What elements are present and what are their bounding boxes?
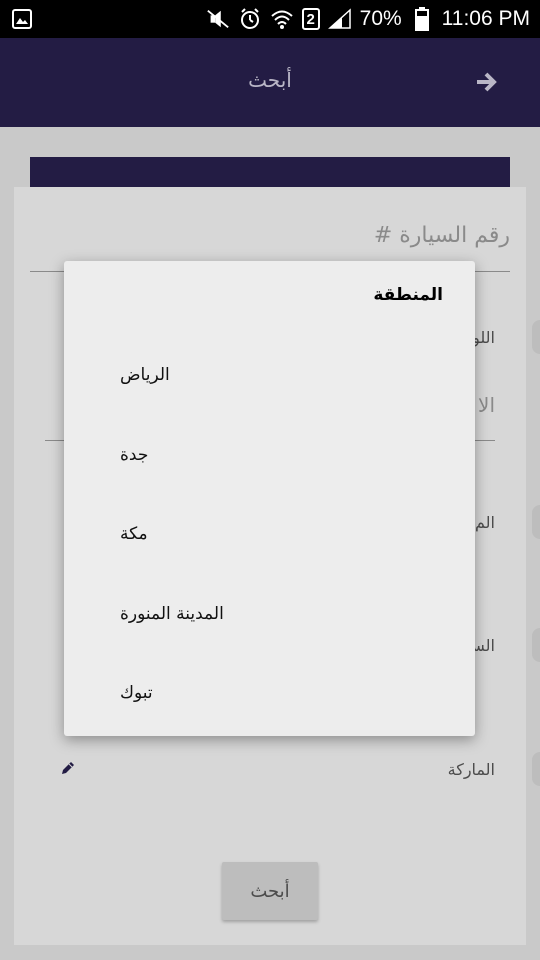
clock: 11:06 PM xyxy=(441,7,530,30)
page-title: أبحث xyxy=(248,68,292,92)
secondary-input[interactable]: الا xyxy=(478,393,495,417)
plate-row-label: اللو xyxy=(472,328,495,347)
car-number-input[interactable]: # رقم السيارة xyxy=(374,223,510,248)
sim-badge: 2 xyxy=(301,8,320,30)
app-bar: أبحث xyxy=(0,38,540,127)
plate-row-tab[interactable] xyxy=(532,320,540,354)
arrow-right-icon xyxy=(477,72,497,92)
region-option[interactable]: الرياض xyxy=(120,365,170,385)
card-header xyxy=(30,157,510,187)
brand-row-label: الماركة xyxy=(447,760,495,779)
pencil-icon[interactable] xyxy=(60,760,76,776)
region-dialog: المنطقة الرياض جدة مكة المدينة المنورة ت… xyxy=(64,261,475,736)
region-option[interactable]: جدة xyxy=(120,445,148,465)
search-button[interactable]: أبحث xyxy=(222,862,318,920)
mute-icon xyxy=(206,7,230,31)
row-tab-3[interactable] xyxy=(532,505,540,539)
row-tab-4[interactable] xyxy=(532,628,540,662)
alarm-icon xyxy=(238,7,262,31)
wifi-icon xyxy=(270,7,294,31)
region-option[interactable]: المدينة المنورة xyxy=(120,604,224,624)
status-bar: 2 70% 11:06 PM xyxy=(0,0,540,38)
battery-percent: 70% xyxy=(359,7,402,30)
region-option[interactable]: مكة xyxy=(120,524,148,544)
dialog-title: المنطقة xyxy=(373,285,443,305)
brand-row-tab[interactable] xyxy=(532,752,540,786)
signal-icon xyxy=(327,7,352,31)
gallery-notification-icon xyxy=(12,9,32,29)
row-label-3: الم xyxy=(475,513,495,532)
region-option[interactable]: تبوك xyxy=(120,683,153,703)
battery-icon xyxy=(410,7,434,31)
back-button[interactable] xyxy=(470,68,502,96)
